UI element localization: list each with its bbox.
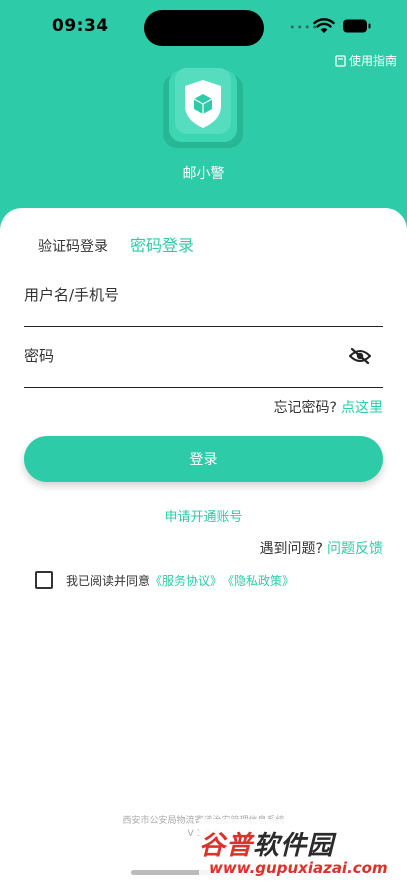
username-field xyxy=(24,266,383,327)
privacy-policy-link[interactable]: 《隐私政策》 xyxy=(222,572,294,589)
watermark-title: 谷普软件园 xyxy=(199,825,334,862)
watermark-title-part1: 谷普 xyxy=(199,831,254,861)
user-guide-link[interactable]: 使用指南 xyxy=(335,52,397,69)
login-tabs: 验证码登录 密码登录 xyxy=(38,232,194,256)
agree-checkbox[interactable] xyxy=(35,571,53,589)
guide-book-icon xyxy=(335,54,346,67)
password-field xyxy=(24,327,383,388)
battery-icon xyxy=(343,19,371,33)
login-card: 验证码登录 密码登录 忘记密码?点这里 登录 申请开通账号 遇到问题?问题反馈 … xyxy=(0,208,407,883)
dynamic-island xyxy=(144,10,264,46)
tab-password-login[interactable]: 密码登录 xyxy=(130,232,194,256)
app-name: 邮小警 xyxy=(182,166,225,182)
problem-feedback-row: 遇到问题? 问题反馈 xyxy=(260,538,383,558)
username-input[interactable] xyxy=(24,286,344,304)
forgot-password-row: 忘记密码? 点这里 xyxy=(274,397,383,417)
forgot-password-text: 忘记密码? xyxy=(273,400,337,416)
login-button[interactable]: 登录 xyxy=(24,436,383,482)
tab-sms-login[interactable]: 验证码登录 xyxy=(38,236,108,256)
service-agreement-link[interactable]: 《服务协议》 xyxy=(150,572,222,589)
watermark-title-part2: 软件园 xyxy=(253,831,335,861)
agreement-row: 我已阅读并同意 《服务协议》 《隐私政策》 xyxy=(35,571,294,589)
wifi-icon xyxy=(313,18,335,33)
watermark: 谷普软件园 www.gupuxiazai.com xyxy=(199,819,405,879)
watermark-url: www.gupuxiazai.com xyxy=(209,859,388,877)
apply-account-link[interactable]: 申请开通账号 xyxy=(0,506,407,525)
forgot-password-link[interactable]: 点这里 xyxy=(341,400,383,416)
problem-text: 遇到问题? xyxy=(259,541,323,557)
guide-label: 使用指南 xyxy=(348,54,397,68)
agree-text: 我已阅读并同意 xyxy=(66,573,151,588)
eye-off-icon[interactable] xyxy=(349,347,371,365)
password-input[interactable] xyxy=(24,347,344,365)
feedback-link[interactable]: 问题反馈 xyxy=(327,541,383,557)
status-time: 09:34 xyxy=(52,16,109,36)
status-bar: 09:34 •••• xyxy=(0,0,407,56)
app-logo-icon xyxy=(163,68,243,148)
